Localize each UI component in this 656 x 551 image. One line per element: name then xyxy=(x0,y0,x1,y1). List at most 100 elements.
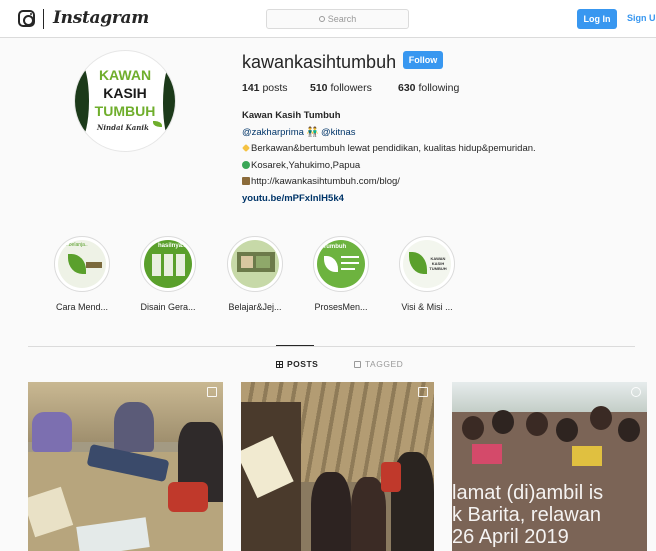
highlight-shape xyxy=(164,254,173,276)
profile-username: kawankasihtumbuh xyxy=(242,52,397,72)
camera-icon xyxy=(631,387,641,397)
post-image-head xyxy=(556,418,578,442)
carousel-icon xyxy=(207,387,217,397)
highlight-image: KAWAN KASIH TUMBUH xyxy=(403,240,451,288)
carousel-icon xyxy=(418,387,428,397)
story-highlight[interactable]: Belajar&Jej... xyxy=(220,236,290,312)
story-highlight[interactable]: ..belanja.. Cara Mend... xyxy=(47,236,117,312)
highlight-shape xyxy=(256,256,270,268)
highlight-shape xyxy=(341,262,359,264)
highlight-label: Cara Mend... xyxy=(55,302,109,312)
post-image-head xyxy=(462,416,484,440)
active-tab-indicator xyxy=(276,345,314,346)
avatar-text-line: TUMBUH xyxy=(94,103,156,119)
bio-line: Kosarek,Yahukimo,Papua xyxy=(242,158,622,175)
highlight-shape xyxy=(176,254,185,276)
post-image-figure xyxy=(311,472,351,551)
top-navbar: Instagram Search Log In Sign Up xyxy=(0,0,656,38)
bio-location: Kosarek,Yahukimo,Papua xyxy=(251,159,361,171)
highlight-label: ProsesMen... xyxy=(314,302,368,312)
highlight-cover: Tumbuh xyxy=(313,236,369,292)
tabs-divider xyxy=(28,346,635,347)
post-image-figure xyxy=(114,402,154,452)
sign-up-link[interactable]: Sign Up xyxy=(627,13,656,23)
post-image-figure xyxy=(32,412,72,452)
highlight-image: hasilnya.. xyxy=(144,240,192,288)
avatar-text-line: KASIH xyxy=(103,85,147,101)
tab-label: TAGGED xyxy=(365,359,404,369)
search-icon xyxy=(318,16,325,22)
following-count: 630 xyxy=(398,82,416,94)
posts-count: 141 xyxy=(242,82,260,94)
clapper-icon xyxy=(242,177,250,185)
instagram-logo-icon[interactable] xyxy=(18,10,35,27)
leaf-icon xyxy=(409,252,427,274)
bio-line: http://kawankasihtumbuh.com/blog/ xyxy=(242,174,622,191)
post-thumbnail[interactable] xyxy=(28,382,223,551)
post-thumbnail[interactable] xyxy=(241,382,434,551)
highlight-image-text: ..belanja.. xyxy=(66,242,88,248)
followers-label: followers xyxy=(330,82,372,94)
post-overlay-text: lamat (di)ambil is k Barita, relawan 26 … xyxy=(452,482,604,548)
bio-blog-url: http://kawankasihtumbuh.com/blog/ xyxy=(251,176,400,187)
followers-count: 510 xyxy=(310,82,328,94)
tab-label: POSTS xyxy=(287,359,319,369)
log-in-button[interactable]: Log In xyxy=(577,9,617,29)
leaf-icon xyxy=(68,254,86,274)
bio-website-link[interactable]: youtu.be/mPFxlnlH5k4 xyxy=(242,191,622,208)
following-stat[interactable]: 630 following xyxy=(398,82,459,94)
bio-full-name: Kawan Kasih Tumbuh xyxy=(242,110,341,121)
post-image-head xyxy=(492,410,514,434)
post-image-head xyxy=(618,418,640,442)
leaf-icon xyxy=(153,121,162,127)
search-input[interactable]: Search xyxy=(266,9,409,29)
post-image-bag xyxy=(168,482,208,512)
globe-icon xyxy=(242,160,250,169)
highlight-image: Tumbuh xyxy=(317,240,365,288)
highlight-label: Visi & Misi ... xyxy=(401,302,453,312)
tab-tagged[interactable]: TAGGED xyxy=(354,359,403,369)
post-image-shirt xyxy=(381,462,401,492)
search-placeholder: Search xyxy=(327,14,357,24)
posts-stat: 141 posts xyxy=(242,82,288,94)
highlight-image: ..belanja.. xyxy=(58,240,106,288)
follow-button[interactable]: Follow xyxy=(403,51,443,69)
leaf-icon xyxy=(324,256,338,272)
bio-line: Berkawan&bertumbuh lewat pendidikan, kua… xyxy=(242,141,622,158)
bio-mentions[interactable]: @zakharprima 👬 @kitnas xyxy=(242,125,622,142)
followers-stat[interactable]: 510 followers xyxy=(310,82,372,94)
grid-icon xyxy=(276,361,283,368)
instagram-wordmark[interactable]: Instagram xyxy=(53,8,149,28)
avatar-signature: Nindai Kanik xyxy=(97,123,149,132)
highlight-shape xyxy=(341,268,355,270)
sparkles-icon xyxy=(242,144,250,152)
following-label: following xyxy=(418,82,460,94)
post-image-shirt xyxy=(572,446,602,466)
profile-avatar: KAWAN KASIH TUMBUH Nindai Kanik xyxy=(74,50,176,152)
highlight-image-text: Tumbuh xyxy=(323,244,347,250)
highlight-image-text: hasilnya.. xyxy=(158,243,186,249)
highlight-image xyxy=(231,240,279,288)
highlight-cover xyxy=(227,236,283,292)
highlight-label: Belajar&Jej... xyxy=(228,302,282,312)
post-thumbnail[interactable]: lamat (di)ambil is k Barita, relawan 26 … xyxy=(452,382,647,551)
highlight-label: Disain Gera... xyxy=(140,302,196,312)
highlight-cover: ..belanja.. xyxy=(54,236,110,292)
highlight-tag xyxy=(86,262,102,268)
posts-label: posts xyxy=(262,82,288,94)
tag-icon xyxy=(354,361,361,368)
story-highlight[interactable]: hasilnya.. Disain Gera... xyxy=(133,236,203,312)
nav-divider xyxy=(43,9,44,29)
bio-tagline: Berkawan&bertumbuh lewat pendidikan, kua… xyxy=(251,143,536,154)
post-image-head xyxy=(526,412,548,436)
post-image-head xyxy=(590,406,612,430)
profile-bio: Kawan Kasih Tumbuh @zakharprima 👬 @kitna… xyxy=(242,108,622,207)
highlight-shape xyxy=(241,256,253,268)
story-highlight[interactable]: KAWAN KASIH TUMBUH Visi & Misi ... xyxy=(392,236,462,312)
highlight-shape xyxy=(341,256,359,258)
highlight-cover: KAWAN KASIH TUMBUH xyxy=(399,236,455,292)
highlight-image-text: KAWAN KASIH TUMBUH xyxy=(429,256,447,271)
post-image-shirt xyxy=(472,444,502,464)
tab-posts[interactable]: POSTS xyxy=(276,359,318,369)
story-highlight[interactable]: Tumbuh ProsesMen... xyxy=(306,236,376,312)
